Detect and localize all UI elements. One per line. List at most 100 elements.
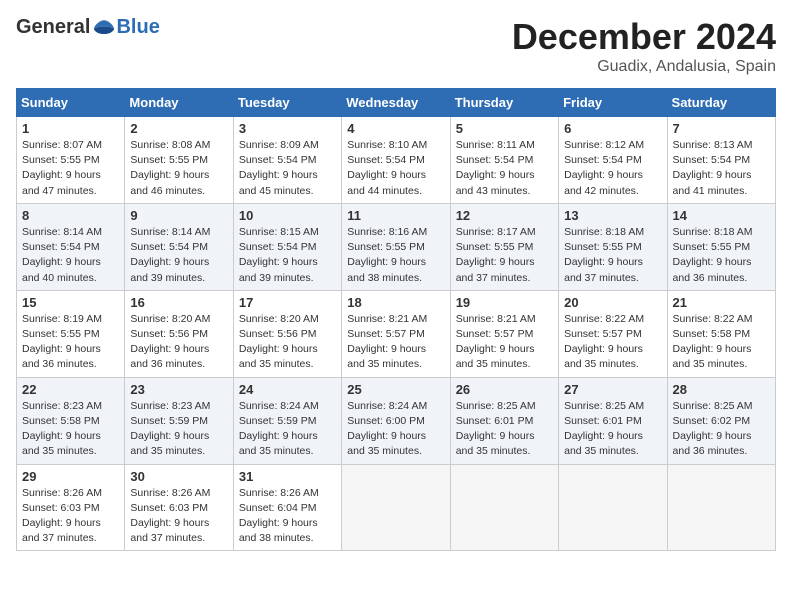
calendar-week-row: 29Sunrise: 8:26 AMSunset: 6:03 PMDayligh… <box>17 464 776 551</box>
day-info: Sunrise: 8:26 AMSunset: 6:03 PMDaylight:… <box>130 486 227 547</box>
calendar-cell: 8Sunrise: 8:14 AMSunset: 5:54 PMDaylight… <box>17 203 125 290</box>
day-number: 8 <box>22 208 119 223</box>
day-info: Sunrise: 8:15 AMSunset: 5:54 PMDaylight:… <box>239 225 336 286</box>
calendar-cell: 4 Sunrise: 8:10 AMSunset: 5:54 PMDaylight… <box>342 117 450 204</box>
calendar-cell: 7 Sunrise: 8:13 AMSunset: 5:54 PMDaylight… <box>667 117 775 204</box>
day-info: Sunrise: 8:16 AMSunset: 5:55 PMDaylight:… <box>347 225 444 286</box>
logo-general-text: General <box>16 16 90 39</box>
calendar-cell: 28 Sunrise: 8:25 AMSunset: 6:02 PMDayligh… <box>667 377 775 464</box>
day-info: Sunrise: 8:10 AMSunset: 5:54 PMDaylight:… <box>347 138 444 199</box>
day-number: 23 <box>130 382 227 397</box>
calendar-cell: 5Sunrise: 8:11 AMSunset: 5:54 PMDaylight… <box>450 117 558 204</box>
calendar-cell: 26 Sunrise: 8:25 AMSunset: 6:01 PMDayligh… <box>450 377 558 464</box>
logo: General Blue <box>16 16 160 39</box>
month-title: December 2024 <box>512 16 776 58</box>
calendar-cell <box>450 464 558 551</box>
day-number: 14 <box>673 208 770 223</box>
calendar-cell: 12Sunrise: 8:17 AMSunset: 5:55 PMDayligh… <box>450 203 558 290</box>
calendar-cell <box>559 464 667 551</box>
day-info: Sunrise: 8:18 AMSunset: 5:55 PMDaylight:… <box>564 225 661 286</box>
day-number: 6 <box>564 121 661 136</box>
day-number: 10 <box>239 208 336 223</box>
day-number: 22 <box>22 382 119 397</box>
day-number: 21 <box>673 295 770 310</box>
calendar-cell: 21 Sunrise: 8:22 AMSunset: 5:58 PMDayligh… <box>667 290 775 377</box>
calendar-cell: 19 Sunrise: 8:21 AMSunset: 5:57 PMDayligh… <box>450 290 558 377</box>
day-number: 4 <box>347 121 444 136</box>
calendar-cell: 1 Sunrise: 8:07 AMSunset: 5:55 PMDaylight… <box>17 117 125 204</box>
calendar-cell: 27 Sunrise: 8:25 AMSunset: 6:01 PMDayligh… <box>559 377 667 464</box>
day-number: 2 <box>130 121 227 136</box>
day-number: 27 <box>564 382 661 397</box>
calendar-cell: 29Sunrise: 8:26 AMSunset: 6:03 PMDayligh… <box>17 464 125 551</box>
calendar-header-row: SundayMondayTuesdayWednesdayThursdayFrid… <box>17 89 776 117</box>
calendar-col-tuesday: Tuesday <box>233 89 341 117</box>
day-number: 30 <box>130 469 227 484</box>
day-number: 13 <box>564 208 661 223</box>
day-info: Sunrise: 8:25 AMSunset: 6:01 PMDaylight:… <box>564 399 661 460</box>
day-info: Sunrise: 8:07 AMSunset: 5:55 PMDaylight:… <box>22 138 119 199</box>
day-info: Sunrise: 8:24 AMSunset: 5:59 PMDaylight:… <box>239 399 336 460</box>
day-info: Sunrise: 8:25 AMSunset: 6:02 PMDaylight:… <box>673 399 770 460</box>
day-info: Sunrise: 8:11 AMSunset: 5:54 PMDaylight:… <box>456 138 553 199</box>
day-number: 18 <box>347 295 444 310</box>
day-info: Sunrise: 8:25 AMSunset: 6:01 PMDaylight:… <box>456 399 553 460</box>
calendar-cell: 9 Sunrise: 8:14 AMSunset: 5:54 PMDaylight… <box>125 203 233 290</box>
calendar-week-row: 15 Sunrise: 8:19 AMSunset: 5:55 PMDayligh… <box>17 290 776 377</box>
day-info: Sunrise: 8:18 AMSunset: 5:55 PMDaylight:… <box>673 225 770 286</box>
day-info: Sunrise: 8:23 AMSunset: 5:58 PMDaylight:… <box>22 399 119 460</box>
day-number: 11 <box>347 208 444 223</box>
calendar-cell: 16 Sunrise: 8:20 AMSunset: 5:56 PMDayligh… <box>125 290 233 377</box>
day-info: Sunrise: 8:14 AMSunset: 5:54 PMDaylight:… <box>130 225 227 286</box>
day-number: 24 <box>239 382 336 397</box>
day-info: Sunrise: 8:08 AMSunset: 5:55 PMDaylight:… <box>130 138 227 199</box>
day-info: Sunrise: 8:23 AMSunset: 5:59 PMDaylight:… <box>130 399 227 460</box>
calendar-cell: 31Sunrise: 8:26 AMSunset: 6:04 PMDayligh… <box>233 464 341 551</box>
day-number: 28 <box>673 382 770 397</box>
day-info: Sunrise: 8:21 AMSunset: 5:57 PMDaylight:… <box>347 312 444 373</box>
calendar-cell <box>667 464 775 551</box>
calendar-cell: 6 Sunrise: 8:12 AMSunset: 5:54 PMDaylight… <box>559 117 667 204</box>
calendar-col-monday: Monday <box>125 89 233 117</box>
day-info: Sunrise: 8:24 AMSunset: 6:00 PMDaylight:… <box>347 399 444 460</box>
day-info: Sunrise: 8:19 AMSunset: 5:55 PMDaylight:… <box>22 312 119 373</box>
title-block: December 2024 Guadix, Andalusia, Spain <box>512 16 776 76</box>
day-info: Sunrise: 8:22 AMSunset: 5:58 PMDaylight:… <box>673 312 770 373</box>
calendar-col-saturday: Saturday <box>667 89 775 117</box>
day-info: Sunrise: 8:20 AMSunset: 5:56 PMDaylight:… <box>130 312 227 373</box>
calendar-cell: 3Sunrise: 8:09 AMSunset: 5:54 PMDaylight… <box>233 117 341 204</box>
day-number: 15 <box>22 295 119 310</box>
location-text: Guadix, Andalusia, Spain <box>512 58 776 76</box>
day-info: Sunrise: 8:13 AMSunset: 5:54 PMDaylight:… <box>673 138 770 199</box>
calendar-cell: 14 Sunrise: 8:18 AMSunset: 5:55 PMDayligh… <box>667 203 775 290</box>
day-number: 17 <box>239 295 336 310</box>
calendar-cell: 13 Sunrise: 8:18 AMSunset: 5:55 PMDayligh… <box>559 203 667 290</box>
day-number: 19 <box>456 295 553 310</box>
day-number: 31 <box>239 469 336 484</box>
day-info: Sunrise: 8:12 AMSunset: 5:54 PMDaylight:… <box>564 138 661 199</box>
calendar-table: SundayMondayTuesdayWednesdayThursdayFrid… <box>16 88 776 551</box>
day-number: 1 <box>22 121 119 136</box>
calendar-week-row: 22 Sunrise: 8:23 AMSunset: 5:58 PMDayligh… <box>17 377 776 464</box>
day-number: 26 <box>456 382 553 397</box>
calendar-cell: 2 Sunrise: 8:08 AMSunset: 5:55 PMDaylight… <box>125 117 233 204</box>
day-number: 16 <box>130 295 227 310</box>
calendar-cell: 15 Sunrise: 8:19 AMSunset: 5:55 PMDayligh… <box>17 290 125 377</box>
day-number: 9 <box>130 208 227 223</box>
day-number: 25 <box>347 382 444 397</box>
day-info: Sunrise: 8:09 AMSunset: 5:54 PMDaylight:… <box>239 138 336 199</box>
calendar-cell: 10 Sunrise: 8:15 AMSunset: 5:54 PMDayligh… <box>233 203 341 290</box>
calendar-cell: 20 Sunrise: 8:22 AMSunset: 5:57 PMDayligh… <box>559 290 667 377</box>
calendar-cell: 17Sunrise: 8:20 AMSunset: 5:56 PMDayligh… <box>233 290 341 377</box>
day-info: Sunrise: 8:22 AMSunset: 5:57 PMDaylight:… <box>564 312 661 373</box>
day-info: Sunrise: 8:17 AMSunset: 5:55 PMDaylight:… <box>456 225 553 286</box>
calendar-cell <box>342 464 450 551</box>
calendar-body: 1 Sunrise: 8:07 AMSunset: 5:55 PMDaylight… <box>17 117 776 551</box>
calendar-cell: 30 Sunrise: 8:26 AMSunset: 6:03 PMDayligh… <box>125 464 233 551</box>
day-number: 7 <box>673 121 770 136</box>
day-info: Sunrise: 8:21 AMSunset: 5:57 PMDaylight:… <box>456 312 553 373</box>
calendar-cell: 11 Sunrise: 8:16 AMSunset: 5:55 PMDayligh… <box>342 203 450 290</box>
logo-blue-text: Blue <box>116 16 159 39</box>
day-number: 20 <box>564 295 661 310</box>
calendar-col-sunday: Sunday <box>17 89 125 117</box>
